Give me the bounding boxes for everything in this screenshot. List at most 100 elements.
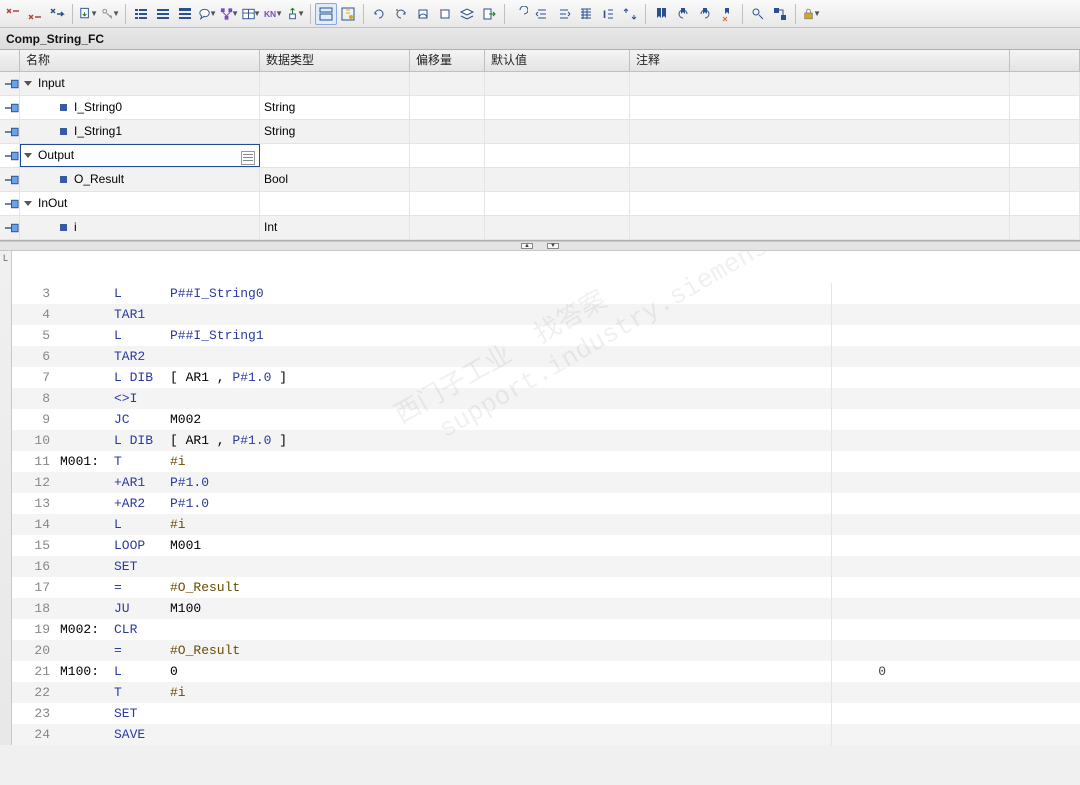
code-line[interactable]: 7L DIB[ AR1 , P#1.0 ] <box>12 367 1080 388</box>
dropdown-list-icon[interactable] <box>241 151 255 165</box>
col-default[interactable]: 默认值 <box>485 50 630 71</box>
split-up-icon[interactable]: ▲ <box>521 243 533 249</box>
var-row-i_string1[interactable]: I_String1String <box>0 120 1080 144</box>
row-gutter-icon[interactable] <box>0 96 20 119</box>
code-line[interactable]: 12+AR1P#1.0 <box>12 472 1080 493</box>
var-name-cell[interactable]: Input <box>20 72 260 95</box>
code-line[interactable]: 10L DIB[ AR1 , P#1.0 ] <box>12 430 1080 451</box>
tb-bm1-icon[interactable] <box>650 3 672 25</box>
tb-rot2-icon[interactable] <box>390 3 412 25</box>
code-line[interactable]: 21M100:L00 <box>12 661 1080 682</box>
tb-rot1-icon[interactable] <box>368 3 390 25</box>
tb-view1-icon[interactable] <box>315 3 337 25</box>
var-name-cell[interactable]: i <box>20 216 260 239</box>
code-label <box>60 388 114 409</box>
tb-x1-icon[interactable] <box>2 3 24 25</box>
tb-doc-down-icon[interactable]: ▼ <box>77 3 99 25</box>
tb-bm-prev-icon[interactable] <box>672 3 694 25</box>
var-dtype-cell[interactable]: String <box>260 96 410 119</box>
code-line[interactable]: 14L#i <box>12 514 1080 535</box>
tb-xarrow-icon[interactable] <box>46 3 68 25</box>
split-handle[interactable]: ▲ ▼ <box>0 241 1080 251</box>
tb-db2-icon[interactable] <box>434 3 456 25</box>
split-down-icon[interactable]: ▼ <box>547 243 559 249</box>
col-name[interactable]: 名称 <box>20 50 260 71</box>
tb-struct-icon[interactable] <box>769 3 791 25</box>
var-row-o_result[interactable]: O_ResultBool <box>0 168 1080 192</box>
code-line[interactable]: 20=#O_Result <box>12 640 1080 661</box>
var-name-cell[interactable]: I_String0 <box>20 96 260 119</box>
tb-x2-icon[interactable] <box>24 3 46 25</box>
code-line[interactable]: 6TAR2 <box>12 346 1080 367</box>
code-line[interactable]: 5LP##I_String1 <box>12 325 1080 346</box>
tb-key-icon[interactable]: ▼ <box>99 3 121 25</box>
tb-db1-icon[interactable] <box>412 3 434 25</box>
tb-indent2-icon[interactable] <box>553 3 575 25</box>
var-section-input[interactable]: Input <box>0 72 1080 96</box>
code-line[interactable]: 15LOOPM001 <box>12 535 1080 556</box>
tb-rotleft-icon[interactable] <box>509 3 531 25</box>
tb-bm-next-icon[interactable] <box>694 3 716 25</box>
tb-search-icon[interactable] <box>747 3 769 25</box>
tb-i-icon[interactable]: I <box>597 3 619 25</box>
var-row-i[interactable]: iInt <box>0 216 1080 240</box>
code-line[interactable]: 11M001:T#i <box>12 451 1080 472</box>
tb-arrows-icon[interactable] <box>619 3 641 25</box>
code-editor[interactable]: 西门子工业 找答案 support.industry.siemens.com/c… <box>12 251 1080 745</box>
tb-table-icon[interactable]: ▼ <box>240 3 262 25</box>
tb-net-icon[interactable]: ▼ <box>218 3 240 25</box>
var-dtype-cell[interactable] <box>260 192 410 215</box>
var-name-cell[interactable]: I_String1 <box>20 120 260 143</box>
var-dtype-cell[interactable]: Int <box>260 216 410 239</box>
code-note <box>832 577 892 598</box>
row-gutter-icon[interactable] <box>0 192 20 215</box>
tb-upload-icon[interactable]: ▼ <box>284 3 306 25</box>
row-gutter-icon[interactable] <box>0 216 20 239</box>
code-line[interactable]: 13+AR2P#1.0 <box>12 493 1080 514</box>
tb-grid-icon[interactable] <box>575 3 597 25</box>
code-line[interactable]: 4TAR1 <box>12 304 1080 325</box>
code-line[interactable]: 17=#O_Result <box>12 577 1080 598</box>
tb-layers-icon[interactable] <box>456 3 478 25</box>
tb-kn-icon[interactable]: KN▼ <box>262 3 284 25</box>
code-line[interactable]: 22T#i <box>12 682 1080 703</box>
var-name-cell[interactable]: O_Result <box>20 168 260 191</box>
var-dtype-cell[interactable] <box>260 72 410 95</box>
var-section-inout[interactable]: InOut <box>0 192 1080 216</box>
code-label <box>60 514 114 535</box>
tb-list2-icon[interactable] <box>152 3 174 25</box>
tb-bm-x-icon[interactable] <box>716 3 738 25</box>
col-dtype[interactable]: 数据类型 <box>260 50 410 71</box>
code-line[interactable]: 23SET <box>12 703 1080 724</box>
code-line[interactable]: 16SET <box>12 556 1080 577</box>
tb-list3-icon[interactable] <box>174 3 196 25</box>
tb-comment-icon[interactable]: ▼ <box>196 3 218 25</box>
code-line[interactable]: 18JUM100 <box>12 598 1080 619</box>
row-gutter-icon[interactable] <box>0 144 20 167</box>
row-gutter-icon[interactable] <box>0 120 20 143</box>
tb-view2-icon[interactable] <box>337 3 359 25</box>
code-argument <box>170 346 832 367</box>
row-gutter-icon[interactable] <box>0 168 20 191</box>
code-opcode: SAVE <box>114 724 170 745</box>
var-row-i_string0[interactable]: I_String0String <box>0 96 1080 120</box>
code-line[interactable]: 24SAVE <box>12 724 1080 745</box>
code-line[interactable]: 9JCM002 <box>12 409 1080 430</box>
row-gutter-icon[interactable] <box>0 72 20 95</box>
var-dtype-cell[interactable]: String <box>260 120 410 143</box>
var-name-cell[interactable]: Output <box>20 144 260 167</box>
var-section-output[interactable]: Output <box>0 144 1080 168</box>
var-name-cell[interactable]: InOut <box>20 192 260 215</box>
code-line[interactable]: 8<>I <box>12 388 1080 409</box>
col-comment[interactable]: 注释 <box>630 50 1010 71</box>
tb-lock-icon[interactable]: ▼ <box>800 3 822 25</box>
tb-exit-icon[interactable] <box>478 3 500 25</box>
line-number: 14 <box>12 514 60 535</box>
var-dtype-cell[interactable]: Bool <box>260 168 410 191</box>
tb-indent1-icon[interactable] <box>531 3 553 25</box>
var-dtype-cell[interactable] <box>260 144 410 167</box>
code-line[interactable]: 19M002:CLR <box>12 619 1080 640</box>
col-offset[interactable]: 偏移量 <box>410 50 485 71</box>
code-line[interactable]: 3LP##I_String0 <box>12 283 1080 304</box>
tb-list1-icon[interactable] <box>130 3 152 25</box>
